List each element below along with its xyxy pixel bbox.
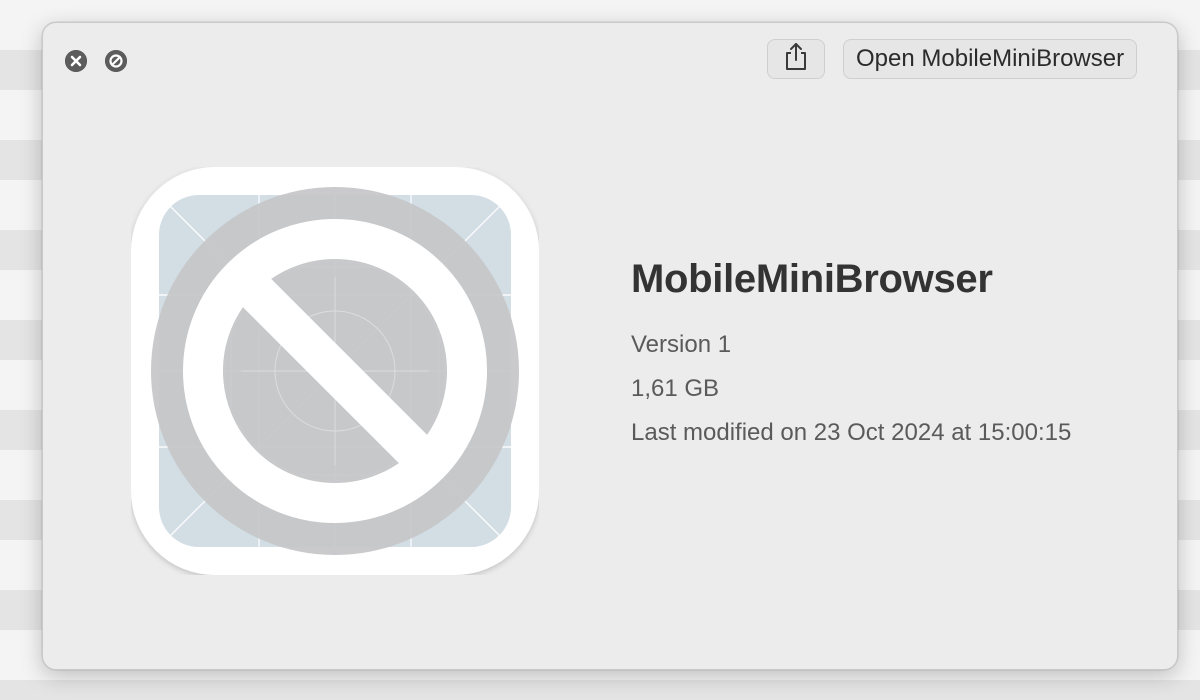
open-app-button-label: Open MobileMiniBrowser — [856, 45, 1125, 72]
app-info: MobileMiniBrowser Version 1 1,61 GB Last… — [631, 253, 1161, 455]
share-icon — [783, 42, 809, 77]
open-app-button[interactable]: Open MobileMiniBrowser — [843, 39, 1138, 79]
app-icon — [131, 167, 539, 575]
quick-look-panel: Open MobileMiniBrowser MobileMiniBrowser… — [42, 22, 1178, 670]
app-version: Version 1 — [631, 331, 732, 358]
app-modified-date: Last modified on 23 Oct 2024 at 15:00:15 — [631, 419, 1072, 446]
app-size: 1,61 GB — [631, 375, 720, 402]
app-name: MobileMiniBrowser — [631, 257, 993, 301]
close-icon[interactable] — [65, 50, 87, 72]
share-button[interactable] — [767, 39, 825, 79]
prohibited-icon[interactable] — [105, 50, 127, 72]
